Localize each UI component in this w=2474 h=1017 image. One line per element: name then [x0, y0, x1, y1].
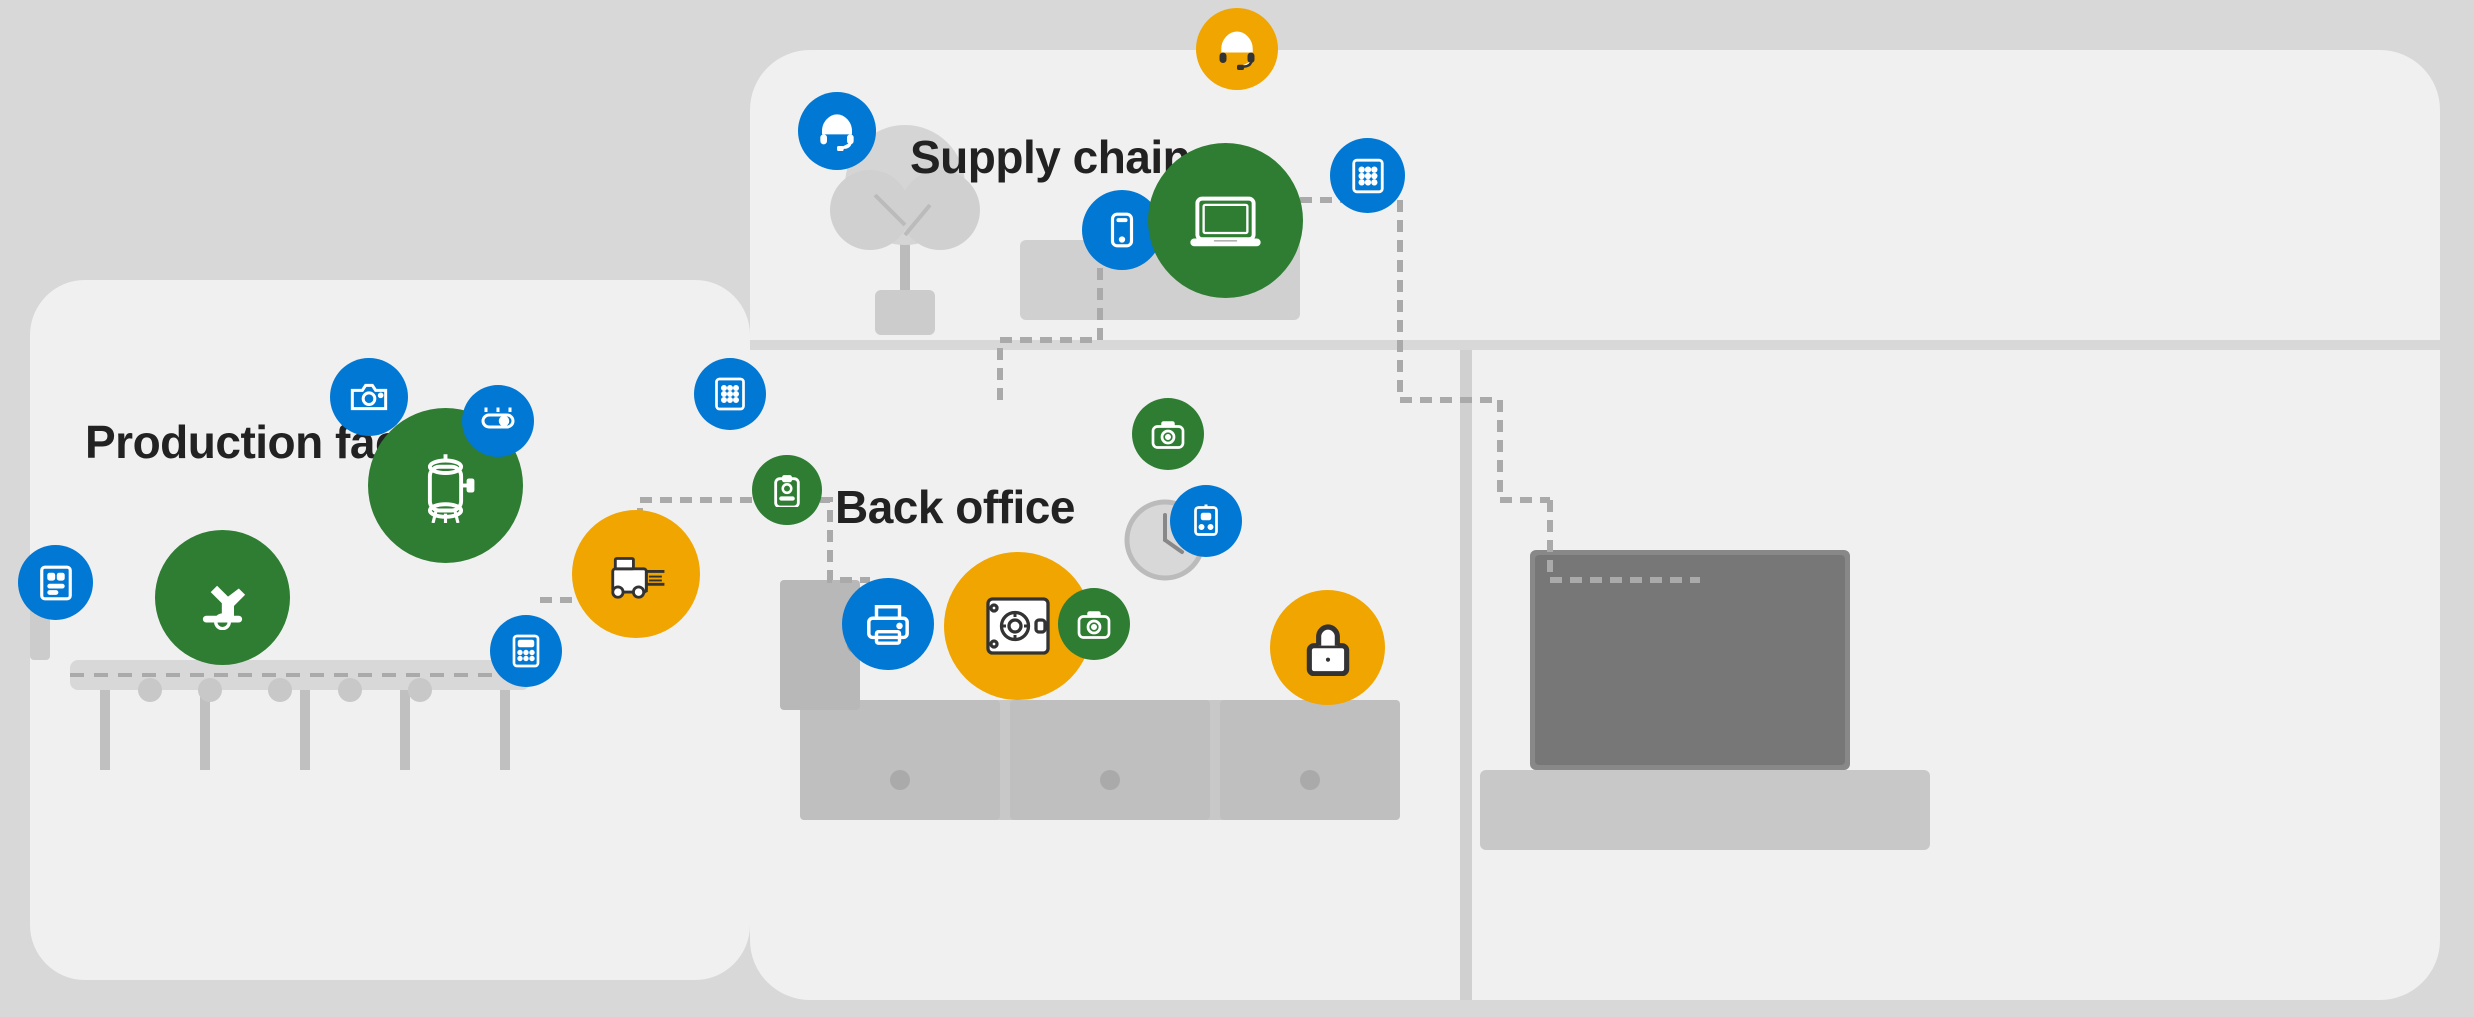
laptop-icon[interactable]	[1148, 143, 1303, 298]
switch-icon[interactable]	[462, 385, 534, 457]
forklift-icon[interactable]	[572, 510, 700, 638]
headset-orange-icon[interactable]	[1196, 8, 1278, 90]
keypad-supply-icon[interactable]	[1330, 138, 1405, 213]
back-office-label: Back office	[835, 480, 1075, 534]
robot-arm-icon[interactable]	[155, 530, 290, 665]
usb-controller-icon[interactable]	[1170, 485, 1242, 557]
keypad-exit-icon[interactable]	[694, 358, 766, 430]
lock-icon[interactable]	[1270, 590, 1385, 705]
calculator-icon[interactable]	[490, 615, 562, 687]
camera-supply-icon[interactable]	[1132, 398, 1204, 470]
panel-icon[interactable]	[18, 545, 93, 620]
camera-back-office-icon[interactable]	[1058, 588, 1130, 660]
printer-icon[interactable]	[842, 578, 934, 670]
scene: Production facility Back office Supply c…	[0, 0, 2474, 1017]
access-card-icon[interactable]	[752, 455, 822, 525]
supply-chain-label: Supply chain	[910, 130, 1190, 184]
headset-blue-icon[interactable]	[798, 92, 876, 170]
